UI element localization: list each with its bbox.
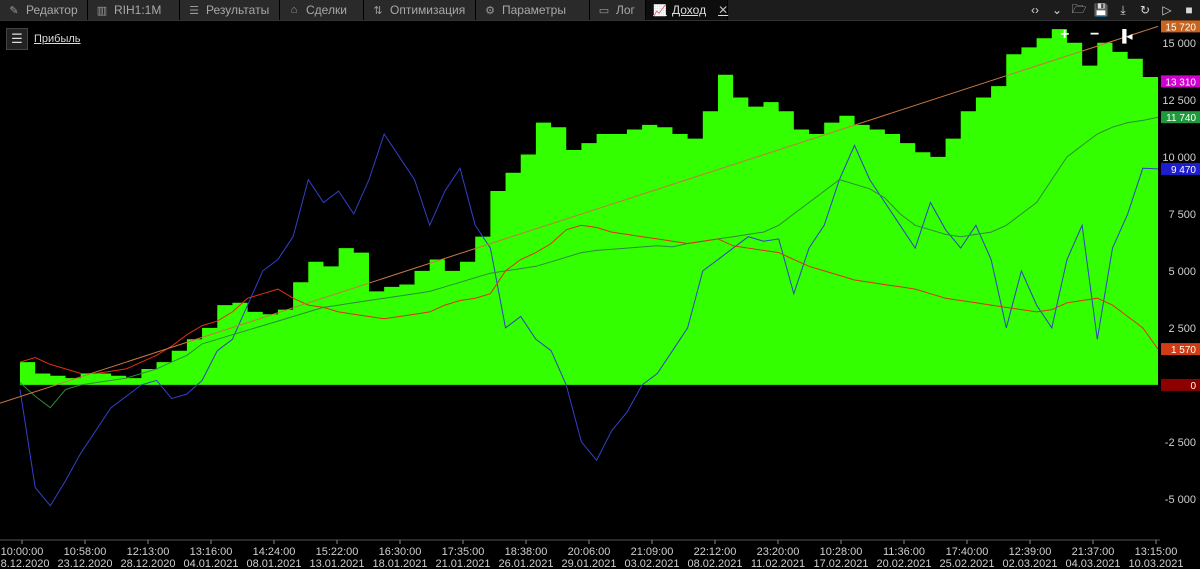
- x-tick-date: 23.12.2020: [57, 558, 112, 569]
- value-badge-label: 1 570: [1171, 345, 1196, 356]
- document-icon: ▭: [598, 4, 610, 17]
- bank-icon: ⌂: [290, 4, 298, 16]
- legend-button[interactable]: ☰: [6, 28, 28, 50]
- tab-editor[interactable]: ✎ Редактор: [0, 0, 88, 20]
- x-tick-date: 25.02.2021: [939, 558, 994, 569]
- x-tick-time: 15:22:00: [316, 546, 359, 558]
- tab-results[interactable]: ☰ Результаты: [180, 0, 280, 20]
- value-badge-label: 13 310: [1165, 77, 1196, 88]
- x-tick-date: 13.01.2021: [309, 558, 364, 569]
- code-icon[interactable]: ‹›: [1028, 3, 1042, 17]
- x-tick-time: 17:40:00: [946, 546, 989, 558]
- close-icon[interactable]: ✕: [718, 3, 728, 17]
- tab-label: Параметры: [502, 3, 566, 17]
- x-tick-time: 10:00:00: [1, 546, 44, 558]
- x-tick-time: 22:12:00: [694, 546, 737, 558]
- download-icon[interactable]: ⤓: [1116, 3, 1130, 17]
- value-badge-label: 0: [1190, 381, 1196, 392]
- value-badge-label: 9 470: [1171, 165, 1196, 176]
- profit-area: [20, 29, 1158, 385]
- x-tick-date: 18.01.2021: [372, 558, 427, 569]
- x-tick-date: 21.01.2021: [435, 558, 490, 569]
- x-tick-date: 29.01.2021: [561, 558, 616, 569]
- tab-income[interactable]: 📈 Доход ✕: [646, 0, 728, 20]
- tab-label: Сделки: [306, 3, 347, 17]
- folder-open-icon[interactable]: 🗁: [1072, 2, 1087, 17]
- x-tick-date: 18.12.2020: [0, 558, 50, 569]
- x-tick-time: 21:37:00: [1072, 546, 1115, 558]
- list-icon: ☰: [11, 31, 23, 46]
- value-badge-label: 11 740: [1166, 113, 1196, 124]
- legend-profit-link[interactable]: Прибыль: [34, 33, 81, 45]
- tab-deals[interactable]: ⌂ Сделки: [280, 0, 364, 20]
- x-tick-time: 23:20:00: [757, 546, 800, 558]
- gear-icon: ⚙: [485, 4, 495, 17]
- y-tick-label: -2 500: [1165, 437, 1196, 449]
- tab-bar: ✎ Редактор ▥ RIH1:1M ☰ Результаты ⌂ Сдел…: [0, 0, 1200, 21]
- tab-label: Оптимизация: [390, 3, 466, 17]
- x-tick-date: 03.02.2021: [624, 558, 679, 569]
- tab-label: Лог: [616, 3, 635, 17]
- income-chart[interactable]: 15 000 12 500 10 000 7 500 5 000 2 500 0 -2 500…: [0, 20, 1200, 569]
- play-icon[interactable]: ▷: [1160, 3, 1174, 17]
- value-badge-label: 15 720: [1165, 22, 1196, 33]
- tab-label: RIH1:1M: [114, 3, 162, 17]
- y-tick-label: 12 500: [1162, 95, 1196, 107]
- x-tick-date: 08.02.2021: [687, 558, 742, 569]
- y-tick-label: 15 000: [1162, 38, 1196, 50]
- x-tick-time: 12:13:00: [127, 546, 170, 558]
- x-tick-time: 20:06:00: [568, 546, 611, 558]
- tab-log[interactable]: ▭ Лог: [590, 0, 646, 20]
- zoom-out-button[interactable]: −: [1090, 26, 1099, 44]
- x-tick-time: 10:58:00: [64, 546, 107, 558]
- x-tick-date: 08.01.2021: [246, 558, 301, 569]
- x-tick-time: 12:39:00: [1009, 546, 1052, 558]
- y-tick-label: 10 000: [1162, 152, 1196, 164]
- candles-icon: ▥: [96, 4, 108, 17]
- x-tick-date: 26.01.2021: [498, 558, 553, 569]
- sliders-icon: ⇅: [373, 4, 383, 17]
- x-tick-date: 11.02.2021: [751, 558, 805, 569]
- refresh-icon[interactable]: ↻: [1138, 3, 1152, 17]
- chart-icon: 📈: [653, 4, 667, 17]
- y-tick-label: 5 000: [1168, 266, 1196, 278]
- x-tick-time: 21:09:00: [631, 546, 674, 558]
- tab-parameters[interactable]: ⚙ Параметры: [476, 0, 590, 20]
- x-tick-date: 04.03.2021: [1065, 558, 1120, 569]
- x-tick-time: 14:24:00: [253, 546, 296, 558]
- y-tick-label: 7 500: [1168, 209, 1196, 221]
- tab-label: Результаты: [206, 3, 270, 17]
- tab-rih1[interactable]: ▥ RIH1:1M: [88, 0, 180, 20]
- zoom-in-button[interactable]: +: [1060, 26, 1069, 44]
- tab-label: Редактор: [26, 3, 78, 17]
- x-tick-date: 17.02.2021: [813, 558, 868, 569]
- y-tick-label: -5 000: [1165, 494, 1196, 506]
- x-tick-date: 28.12.2020: [120, 558, 175, 569]
- save-icon[interactable]: 💾: [1094, 3, 1109, 17]
- x-tick-time: 17:35:00: [442, 546, 485, 558]
- toolbar: ‹› ⌄ 🗁 💾 ⤓ ↻ ▷ ■: [1028, 0, 1196, 20]
- list-icon: ☰: [189, 4, 199, 17]
- x-tick-time: 10:28:00: [820, 546, 863, 558]
- stop-icon[interactable]: ■: [1182, 3, 1196, 17]
- tab-optimization[interactable]: ⇅ Оптимизация: [364, 0, 476, 20]
- x-tick-time: 16:30:00: [379, 546, 422, 558]
- chevron-down-icon[interactable]: ⌄: [1050, 3, 1064, 17]
- x-tick-time: 11:36:00: [883, 546, 925, 558]
- x-tick-time: 13:16:00: [190, 546, 233, 558]
- x-tick-date: 20.02.2021: [876, 558, 931, 569]
- x-tick-date: 02.03.2021: [1002, 558, 1057, 569]
- x-tick-date: 04.01.2021: [183, 558, 238, 569]
- x-tick-date: 10.03.2021: [1128, 558, 1183, 569]
- fit-icon[interactable]: ▐◂: [1118, 29, 1133, 43]
- x-tick-time: 18:38:00: [505, 546, 548, 558]
- x-tick-time: 13:15:00: [1135, 546, 1178, 558]
- y-tick-label: 2 500: [1168, 323, 1196, 335]
- pencil-icon: ✎: [9, 4, 19, 17]
- tab-label: Доход: [672, 3, 707, 17]
